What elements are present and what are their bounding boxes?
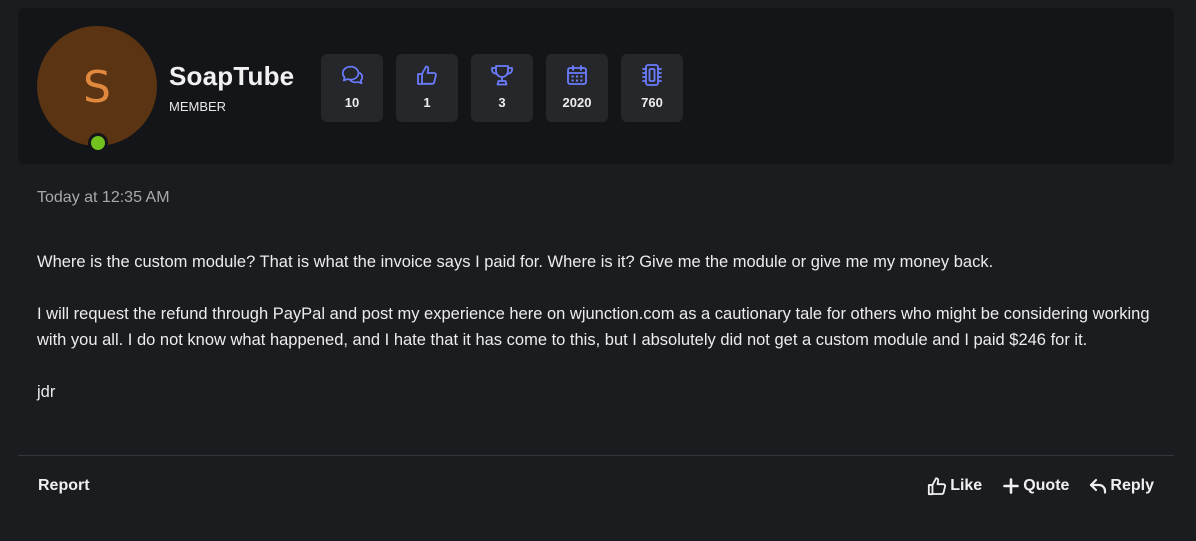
quote-button[interactable]: Quote bbox=[1002, 475, 1069, 497]
messages-icon bbox=[340, 63, 364, 87]
calendar-icon bbox=[565, 63, 589, 87]
stat-joined[interactable]: 2020 bbox=[546, 54, 608, 122]
reply-label: Reply bbox=[1110, 477, 1154, 494]
reply-button[interactable]: Reply bbox=[1089, 475, 1154, 497]
stat-reactions-value: 1 bbox=[423, 95, 431, 110]
stat-trophies[interactable]: 3 bbox=[471, 54, 533, 122]
thumbs-up-icon bbox=[927, 476, 947, 496]
post-paragraph: jdr bbox=[37, 383, 56, 401]
chip-icon bbox=[640, 63, 664, 87]
like-button[interactable]: Like bbox=[927, 475, 982, 497]
post-actions: Like Quote Reply bbox=[927, 475, 1154, 497]
plus-icon bbox=[1002, 477, 1020, 495]
stat-points-value: 760 bbox=[641, 95, 663, 110]
user-role: MEMBER bbox=[169, 99, 227, 114]
reply-icon bbox=[1089, 477, 1107, 495]
quote-label: Quote bbox=[1023, 477, 1070, 494]
stat-trophies-value: 3 bbox=[498, 95, 506, 110]
post-timestamp[interactable]: Today at 12:35 AM bbox=[37, 187, 170, 209]
like-label: Like bbox=[950, 477, 983, 494]
user-header: S SoapTube MEMBER 10 1 3 2020 760 bbox=[18, 8, 1174, 164]
user-stats: 10 1 3 2020 760 bbox=[321, 54, 683, 122]
footer-divider bbox=[18, 455, 1174, 456]
online-status-dot bbox=[88, 133, 108, 153]
stat-messages[interactable]: 10 bbox=[321, 54, 383, 122]
stat-joined-value: 2020 bbox=[562, 95, 592, 110]
post-paragraph: I will request the refund through PayPal… bbox=[37, 305, 1150, 349]
username[interactable]: SoapTube bbox=[169, 59, 294, 93]
stat-reactions[interactable]: 1 bbox=[396, 54, 458, 122]
thumbs-up-icon bbox=[415, 63, 439, 87]
forum-post: S SoapTube MEMBER 10 1 3 2020 760 Today … bbox=[0, 0, 1196, 541]
post-body: Where is the custom module? That is what… bbox=[37, 249, 1167, 431]
post-paragraph: Where is the custom module? That is what… bbox=[37, 253, 994, 271]
avatar[interactable]: S bbox=[37, 26, 157, 146]
stat-messages-value: 10 bbox=[344, 95, 360, 110]
trophy-icon bbox=[490, 63, 514, 87]
report-button[interactable]: Report bbox=[38, 475, 90, 497]
avatar-letter: S bbox=[83, 61, 111, 113]
stat-points[interactable]: 760 bbox=[621, 54, 683, 122]
